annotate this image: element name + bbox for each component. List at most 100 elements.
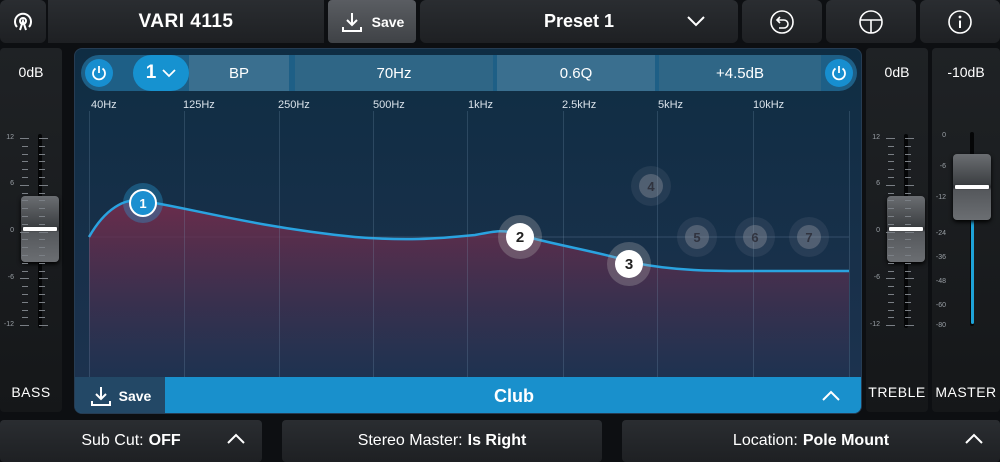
- treble-scale-label: 6: [876, 180, 880, 187]
- gain-field[interactable]: +4.5dB: [659, 55, 821, 91]
- fader-tick: [20, 184, 29, 186]
- location-value: Pole Mount: [802, 432, 890, 449]
- fader-tick: [905, 270, 911, 272]
- treble-value: 0dB: [884, 64, 910, 80]
- grid-line: [849, 111, 850, 379]
- fader-tick: [905, 255, 911, 256]
- master-scale-label: -60: [935, 302, 946, 309]
- fader-tick: [20, 231, 29, 233]
- stereo-master-value: Is Right: [467, 432, 527, 449]
- eq-node-5[interactable]: 5: [677, 217, 717, 257]
- master-scale-label: -12: [935, 194, 946, 201]
- chevron-up-icon: [965, 433, 983, 444]
- fader-tick: [886, 184, 895, 186]
- fader-tick: [39, 177, 45, 178]
- fader-tick: [886, 278, 895, 280]
- fader-tick: [39, 278, 48, 280]
- master-label: MASTER: [935, 384, 997, 400]
- eq-footer: Save Club: [75, 377, 861, 413]
- treble-label: TREBLE: [868, 384, 926, 400]
- eq-node-6-label: 6: [743, 225, 767, 249]
- location-selector[interactable]: Location: Pole Mount: [622, 420, 1000, 462]
- freq-label: 500Hz: [373, 99, 405, 111]
- info-icon: [948, 9, 972, 34]
- master-fader-panel: -10dB 0 -6 -12 -24 -36 -48 -60 -80 MASTE…: [932, 48, 1000, 412]
- treble-slider-knob[interactable]: [887, 196, 925, 262]
- save-eq-label: Save: [118, 388, 152, 404]
- eq-curve-fill: [89, 200, 849, 379]
- stereo-master-selector[interactable]: Stereo Master: Is Right: [282, 420, 602, 462]
- frequency-field[interactable]: 70Hz: [295, 55, 493, 91]
- fader-tick: [22, 161, 28, 163]
- eq-node-1[interactable]: 1: [123, 183, 163, 223]
- grid-line: [184, 111, 185, 379]
- bass-scale-label: -6: [7, 274, 14, 281]
- band-selector[interactable]: 1: [133, 55, 189, 91]
- freq-label: 250Hz: [278, 99, 310, 111]
- fader-tick: [886, 138, 895, 139]
- gain-value: +4.5dB: [716, 64, 764, 82]
- info-button[interactable]: [920, 0, 1000, 43]
- master-scale-label: -24: [935, 230, 946, 237]
- fader-tick: [888, 192, 894, 194]
- eq-curve-selector[interactable]: Club: [165, 377, 861, 413]
- fader-tick: [905, 278, 914, 280]
- bass-value: 0dB: [18, 64, 44, 80]
- steering-wheel-button[interactable]: [826, 0, 916, 43]
- grid-line: [279, 111, 280, 379]
- fader-tick: [905, 247, 911, 249]
- fader-tick: [905, 138, 914, 139]
- bass-slider-knob[interactable]: [21, 196, 59, 262]
- treble-scale-label: -12: [869, 321, 880, 328]
- master-scale-label: -36: [935, 254, 946, 261]
- master-scale-label: -6: [939, 163, 946, 170]
- fader-tick: [888, 309, 894, 311]
- save-eq-button[interactable]: Save: [75, 377, 165, 413]
- eq-node-2-label: 2: [506, 223, 534, 251]
- eq-node-5-label: 5: [685, 225, 709, 249]
- fader-tick: [888, 153, 894, 155]
- fader-tick: [905, 262, 911, 264]
- fader-tick: [888, 208, 894, 210]
- undo-button[interactable]: [742, 0, 822, 43]
- fader-tick: [22, 247, 28, 249]
- fader-tick: [888, 145, 894, 147]
- broadcast-button[interactable]: [0, 0, 46, 43]
- eq-node-3[interactable]: 3: [607, 242, 651, 286]
- fader-tick: [905, 325, 914, 327]
- eq-node-6[interactable]: 6: [735, 217, 775, 257]
- eq-node-7[interactable]: 7: [789, 217, 829, 257]
- fader-tick: [22, 239, 28, 241]
- master-slider-knob[interactable]: [953, 154, 991, 220]
- save-preset-button[interactable]: Save: [328, 0, 416, 43]
- sub-cut-selector[interactable]: Sub Cut: OFF: [0, 420, 262, 462]
- fader-tick: [20, 325, 29, 327]
- band-power-button-right[interactable]: [825, 59, 853, 87]
- bass-scale-label: -12: [3, 321, 14, 328]
- download-icon: [341, 12, 362, 32]
- bass-label: BASS: [11, 384, 51, 400]
- eq-node-4[interactable]: 4: [631, 166, 671, 206]
- fader-tick: [22, 255, 28, 256]
- eq-node-2[interactable]: 2: [498, 215, 542, 259]
- grid-line: [373, 111, 374, 379]
- preset-selector[interactable]: Preset 1: [420, 0, 738, 43]
- fader-tick: [886, 325, 895, 327]
- band-number: 1: [145, 62, 157, 83]
- fader-tick: [888, 286, 894, 288]
- chevron-up-icon: [227, 433, 245, 444]
- save-preset-label: Save: [371, 13, 405, 30]
- fader-tick: [39, 317, 45, 319]
- fader-tick: [39, 239, 45, 241]
- q-field[interactable]: 0.6Q: [497, 55, 655, 91]
- top-bar: VARI 4115 Save Preset 1: [0, 0, 1000, 44]
- fader-tick: [39, 184, 48, 186]
- band-power-button-left[interactable]: [85, 59, 113, 87]
- fader-tick: [888, 301, 894, 303]
- fader-tick: [22, 270, 28, 272]
- master-scale-label: -80: [935, 322, 946, 329]
- fader-tick: [905, 239, 911, 241]
- fader-tick: [39, 192, 45, 194]
- fader-tick: [22, 286, 28, 288]
- filter-type-field[interactable]: BP: [189, 55, 289, 91]
